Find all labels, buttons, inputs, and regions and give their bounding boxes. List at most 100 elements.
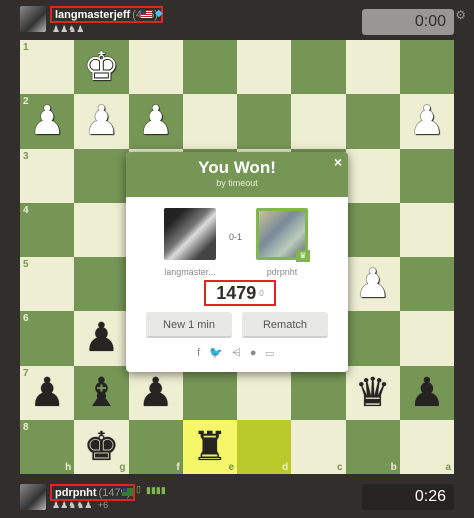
square-a3[interactable] bbox=[399, 148, 454, 203]
white-pawn-piece[interactable]: ♟ bbox=[138, 101, 174, 141]
square-g1[interactable]: ♚ bbox=[74, 40, 129, 95]
file-label: g bbox=[119, 462, 126, 473]
square-g2[interactable]: ♟ bbox=[74, 94, 129, 149]
bottom-captured-pieces: ♟♟♞♞♟ +6 bbox=[52, 500, 108, 511]
rank-label: 8 bbox=[23, 421, 29, 433]
bottom-player-name[interactable]: pdrpnht bbox=[55, 487, 97, 499]
rank-label: 1 bbox=[23, 42, 29, 53]
square-a1[interactable] bbox=[399, 40, 454, 95]
white-pawn-piece[interactable]: ♟ bbox=[83, 101, 119, 141]
square-c8[interactable]: c bbox=[291, 419, 346, 474]
rematch-button[interactable]: Rematch bbox=[242, 312, 328, 338]
new-rating: 1479 bbox=[216, 282, 257, 303]
square-g4[interactable] bbox=[74, 202, 129, 257]
square-b6[interactable] bbox=[345, 311, 400, 366]
close-icon[interactable]: × bbox=[334, 154, 342, 170]
black-pawn-piece[interactable]: ♟ bbox=[138, 373, 174, 413]
file-label: b bbox=[390, 462, 397, 473]
rank-label: 3 bbox=[23, 150, 29, 162]
rank-label: 5 bbox=[23, 259, 29, 270]
top-player-avatar[interactable] bbox=[20, 6, 46, 32]
square-c7[interactable] bbox=[291, 365, 346, 420]
square-b1[interactable] bbox=[345, 40, 400, 95]
bottom-captured-list: ♟♟♞♞♟ bbox=[52, 500, 93, 510]
white-king-piece[interactable]: ♚ bbox=[83, 47, 119, 87]
white-pawn-piece[interactable]: ♟ bbox=[29, 101, 65, 141]
new-game-button[interactable]: New 1 min bbox=[146, 312, 232, 338]
square-g6[interactable]: ♟ bbox=[74, 311, 129, 366]
file-label: e bbox=[228, 462, 234, 473]
top-player-name[interactable]: langmasterjeff bbox=[55, 9, 130, 21]
right-player-name[interactable]: pdrpnht bbox=[252, 267, 312, 277]
left-player-name[interactable]: langmaster... bbox=[160, 267, 220, 277]
square-g8[interactable]: g ♚ bbox=[74, 419, 129, 474]
square-c2[interactable] bbox=[291, 94, 346, 149]
file-label: a bbox=[445, 462, 451, 473]
square-e8[interactable]: e ♜ bbox=[182, 419, 237, 474]
square-g3[interactable] bbox=[74, 148, 129, 203]
top-player-bar: langmasterjeff (495) ◆ ♟♟♞♟ 0:00 ⚙ bbox=[0, 0, 474, 36]
square-d8[interactable]: d bbox=[237, 419, 292, 474]
connection-bars: ▮▮▮▮ bbox=[146, 485, 166, 495]
us-flag-icon bbox=[141, 10, 152, 18]
file-label: h bbox=[65, 462, 72, 473]
square-a6[interactable] bbox=[399, 311, 454, 366]
black-pawn-piece[interactable]: ♟ bbox=[29, 373, 65, 413]
square-f7[interactable]: ♟ bbox=[128, 365, 183, 420]
file-label: d bbox=[282, 462, 289, 473]
white-pawn-piece[interactable]: ♟ bbox=[355, 264, 391, 304]
black-queen-piece[interactable]: ♛ bbox=[355, 373, 391, 413]
square-h4[interactable]: 4 bbox=[20, 202, 75, 257]
modal-header: You Won! by timeout × bbox=[126, 152, 348, 197]
square-e1[interactable] bbox=[182, 40, 237, 95]
square-h5[interactable]: 5 bbox=[20, 257, 75, 312]
square-c1[interactable] bbox=[291, 40, 346, 95]
bottom-player-avatar[interactable] bbox=[20, 484, 46, 510]
left-player-avatar[interactable] bbox=[164, 208, 216, 260]
square-h3[interactable]: 3 bbox=[20, 148, 75, 203]
square-a8[interactable]: a bbox=[399, 419, 454, 474]
square-h7[interactable]: 7 ♟ bbox=[20, 365, 75, 420]
square-h8[interactable]: 8h bbox=[20, 419, 75, 474]
square-a2[interactable]: ♟ bbox=[399, 94, 454, 149]
square-f1[interactable] bbox=[128, 40, 183, 95]
square-h1[interactable]: 1 bbox=[20, 40, 75, 95]
diamond-membership-icon: ◆ bbox=[155, 8, 163, 19]
gear-icon[interactable]: ⚙ bbox=[455, 8, 466, 22]
share-icons[interactable]: f 🐦 ⩤ ● ▭ bbox=[126, 346, 348, 360]
square-f8[interactable]: f bbox=[128, 419, 183, 474]
file-label: f bbox=[176, 462, 180, 473]
square-h2[interactable]: 2 ♟ bbox=[20, 94, 75, 149]
square-a5[interactable] bbox=[399, 257, 454, 312]
square-g5[interactable] bbox=[74, 257, 129, 312]
square-b8[interactable]: b bbox=[345, 419, 400, 474]
square-d1[interactable] bbox=[237, 40, 292, 95]
square-h6[interactable]: 6 bbox=[20, 311, 75, 366]
square-b4[interactable] bbox=[345, 202, 400, 257]
square-f2[interactable]: ♟ bbox=[128, 94, 183, 149]
top-clock: 0:00 bbox=[362, 9, 454, 35]
bottom-clock: 0:26 bbox=[362, 484, 454, 510]
white-pawn-piece[interactable]: ♟ bbox=[409, 101, 445, 141]
square-d2[interactable] bbox=[237, 94, 292, 149]
square-e7[interactable] bbox=[182, 365, 237, 420]
square-a7[interactable]: ♟ bbox=[399, 365, 454, 420]
square-b2[interactable] bbox=[345, 94, 400, 149]
square-g7[interactable]: ♝ bbox=[74, 365, 129, 420]
square-b7[interactable]: ♛ bbox=[345, 365, 400, 420]
square-b5[interactable]: ♟ bbox=[345, 257, 400, 312]
mobile-icon: ▯ bbox=[136, 484, 141, 494]
square-b3[interactable] bbox=[345, 148, 400, 203]
black-pawn-piece[interactable]: ♟ bbox=[83, 318, 119, 358]
square-a4[interactable] bbox=[399, 202, 454, 257]
file-label: c bbox=[336, 462, 343, 473]
black-rook-piece[interactable]: ♜ bbox=[192, 427, 228, 467]
black-bishop-piece[interactable]: ♝ bbox=[83, 373, 119, 413]
modal-subtitle: by timeout bbox=[216, 178, 258, 188]
black-pawn-piece[interactable]: ♟ bbox=[409, 373, 445, 413]
black-king-piece[interactable]: ♚ bbox=[83, 427, 119, 467]
square-e2[interactable] bbox=[182, 94, 237, 149]
modal-title: You Won! bbox=[198, 158, 276, 177]
square-d7[interactable] bbox=[237, 365, 292, 420]
flag-icon bbox=[122, 488, 133, 496]
